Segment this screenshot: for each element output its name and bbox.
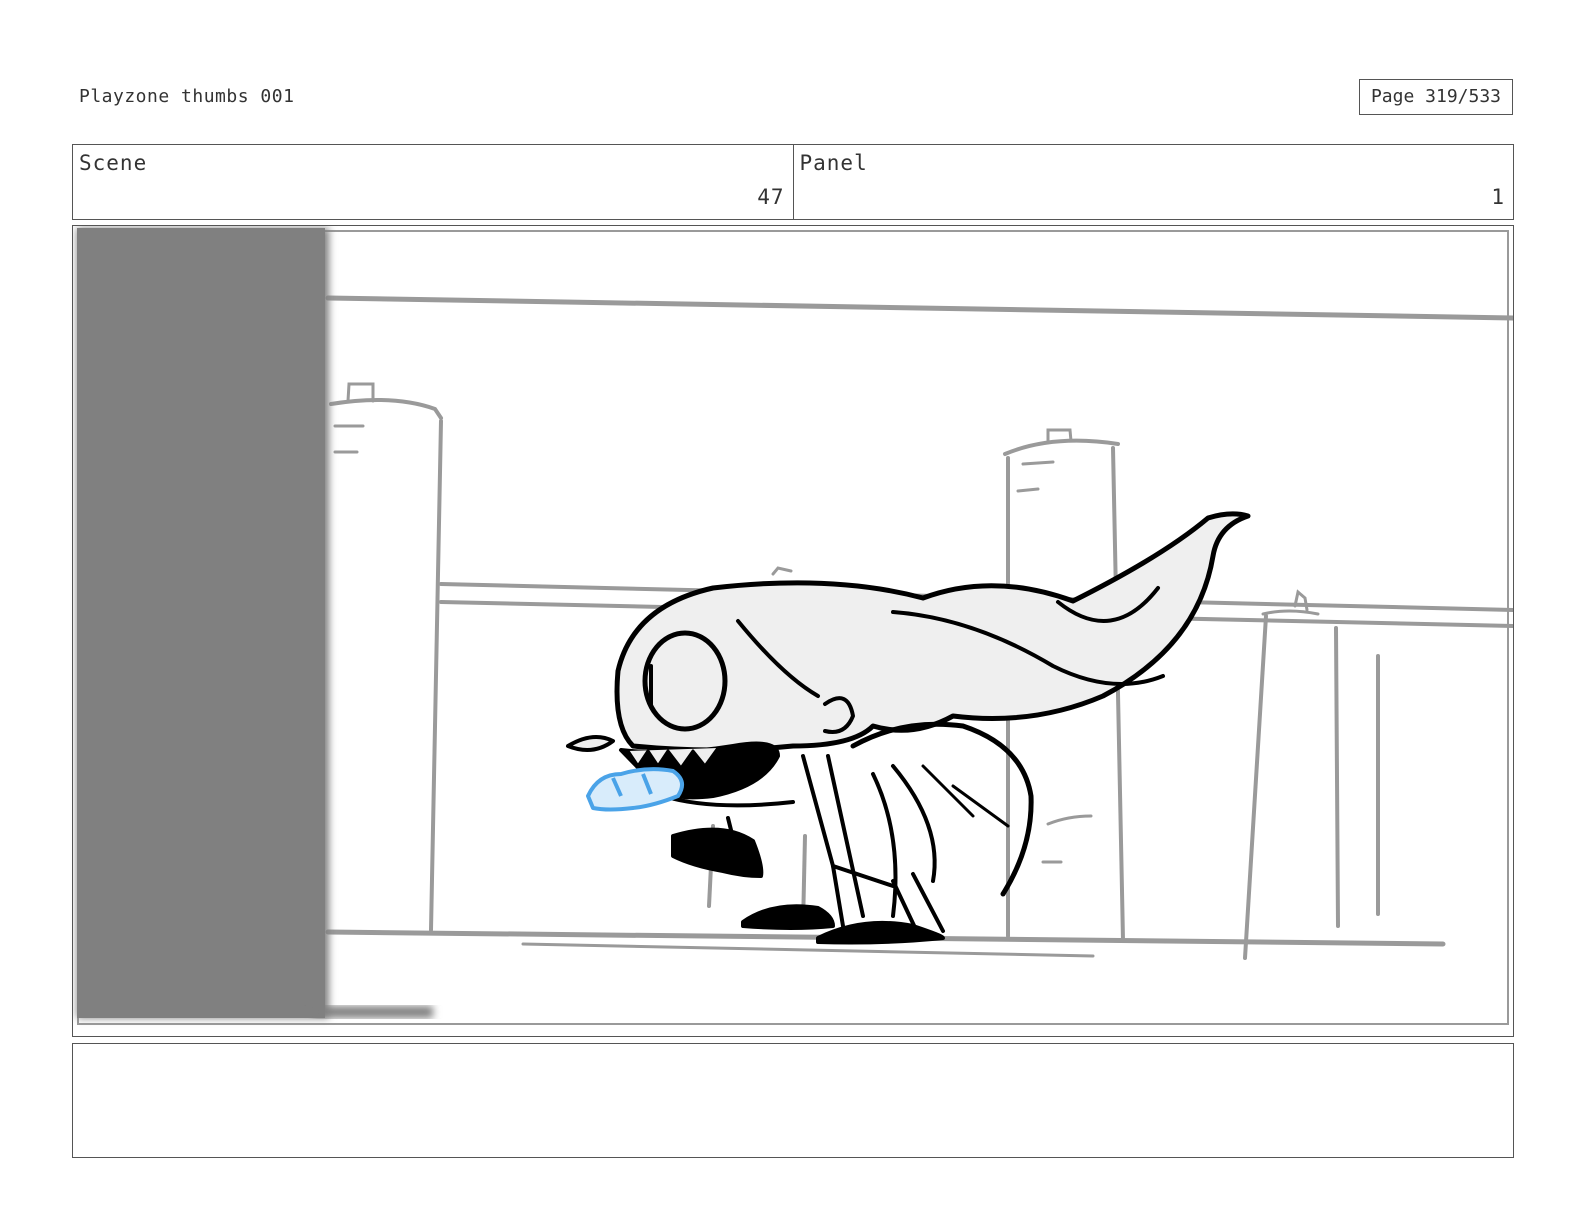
storyboard-panel <box>72 225 1514 1037</box>
panel-label: Panel <box>799 151 868 175</box>
crystal-drawing <box>586 767 684 812</box>
scene-panel-info: Scene 47 Panel 1 <box>72 144 1514 220</box>
scene-cell: Scene 47 <box>73 145 793 219</box>
scene-label: Scene <box>79 151 148 175</box>
panel-notes <box>72 1043 1514 1158</box>
storyboard-drawing <box>77 228 1513 1025</box>
scene-number: 47 <box>757 185 785 209</box>
page-counter: Page 319/533 <box>1359 79 1513 115</box>
foreground-wall <box>77 228 433 1018</box>
document-title: Playzone thumbs 001 <box>79 86 295 107</box>
panel-number: 1 <box>1491 185 1505 209</box>
creature-drawing <box>566 511 1251 945</box>
panel-cell: Panel 1 <box>792 145 1514 219</box>
